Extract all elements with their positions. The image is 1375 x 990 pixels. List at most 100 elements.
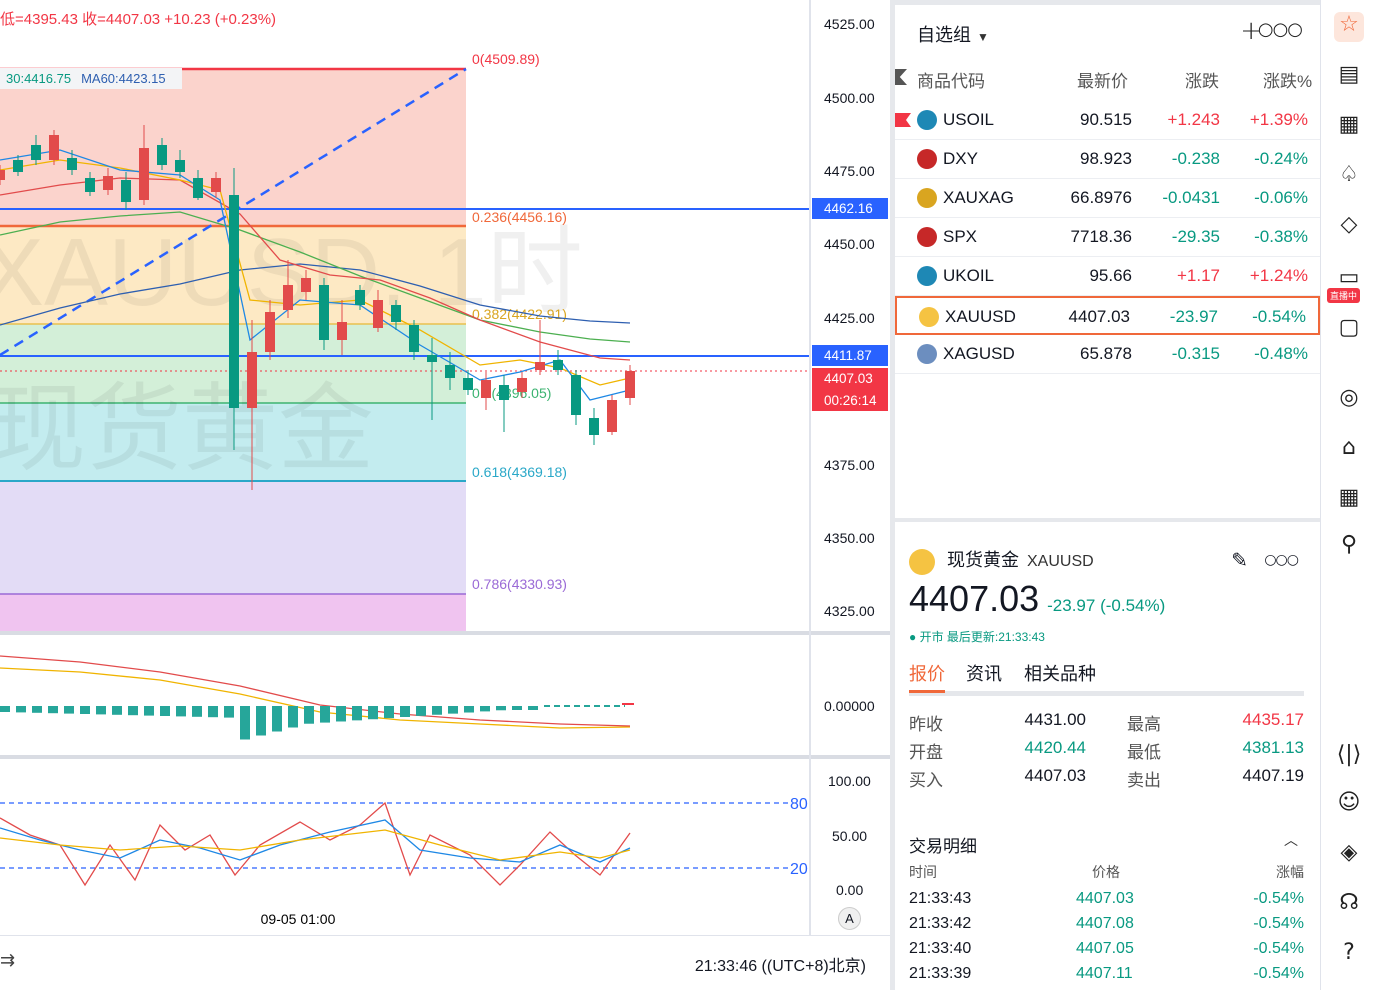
svg-text:4350.00: 4350.00 — [824, 530, 875, 546]
macd-bar — [128, 706, 138, 716]
candle-body — [535, 362, 545, 370]
candle-body — [517, 378, 527, 392]
chat-icon[interactable]: ▢ — [1334, 315, 1364, 345]
more-icon[interactable]: ○○○ — [1258, 19, 1303, 40]
support-icon[interactable]: ☊ — [1334, 890, 1364, 920]
help-icon[interactable]: ? — [1334, 940, 1364, 970]
watchlist-row[interactable]: SPX 7718.36 -29.35 -0.38% — [895, 218, 1320, 257]
target-icon[interactable]: ◎ — [1334, 385, 1364, 415]
candle-body — [13, 160, 23, 172]
grid-icon[interactable]: ▦ — [1334, 485, 1364, 515]
edit-icon[interactable]: ✎ — [1231, 548, 1248, 572]
chart-panel[interactable]: XAUUSD, 1时 现货黄金 0(4509.89) 0.236(4456.16… — [0, 0, 890, 990]
layers-icon[interactable]: ◇ — [1334, 212, 1364, 242]
more-icon[interactable]: ○○○ — [1264, 552, 1299, 568]
alert-icon[interactable]: ♤ — [1334, 162, 1364, 192]
detail-change: -23.97 (-0.54%) — [1047, 596, 1166, 615]
row-pct: +1.24% — [1249, 266, 1308, 285]
time-axis-label: 09-05 01:00 — [261, 911, 336, 927]
macd-bar — [0, 706, 10, 712]
hierarchy-icon[interactable]: ⚲ — [1334, 532, 1364, 562]
macd-bar — [416, 706, 426, 716]
watchlist-icon[interactable]: ☆ — [1334, 12, 1364, 42]
row-symbol: USOIL — [943, 110, 995, 129]
handshake-icon[interactable]: ◈ — [1334, 840, 1364, 870]
row-pct: -0.06% — [1254, 188, 1308, 207]
svg-text:100.00: 100.00 — [828, 773, 871, 789]
ohlc-legend: 低=4395.43 收=4407.03 +10.23 (+0.23%) — [0, 11, 277, 28]
candle-body — [301, 278, 311, 292]
watchlist-row[interactable]: XAGUSD 65.878 -0.315 -0.48% — [895, 335, 1320, 374]
ma30-value: 30:4416.75 — [6, 71, 72, 86]
svg-text:4450.00: 4450.00 — [824, 236, 875, 252]
tab-quote[interactable]: 报价 — [909, 660, 945, 693]
candle-body — [121, 180, 131, 202]
flag-marker-icon[interactable] — [895, 113, 911, 127]
chevron-up-icon[interactable]: ︿ — [1284, 830, 1298, 850]
calendar-icon[interactable]: ▦ — [1334, 112, 1364, 142]
rsi-80-label: 80 — [790, 796, 808, 813]
stat-value-2: 4381.13 — [1242, 738, 1304, 757]
row-change: -0.0431 — [1162, 188, 1220, 207]
macd-bar — [336, 706, 346, 722]
macd-bar — [240, 706, 250, 740]
tab-news[interactable]: 资讯 — [966, 660, 1002, 686]
candle-body — [157, 145, 167, 165]
tab-related[interactable]: 相关品种 — [1024, 660, 1096, 686]
oil-icon — [917, 266, 937, 286]
market-status: ● 开市 最后更新:21:33:43 — [909, 630, 1045, 644]
chart-bottom-bar: ⇉ 21:33:46 ((UTC+8)北京) — [0, 935, 890, 990]
candle-body — [247, 352, 257, 408]
candle-body — [589, 418, 599, 435]
fib-label-0618: 0.618(4369.18) — [472, 464, 567, 480]
row-change: -23.97 — [1169, 307, 1218, 326]
watchlist-header: 自选组 ▼ + ○○○ — [895, 5, 1320, 61]
trade-row: 21:33:40 4407.05 -0.54% — [909, 940, 1304, 957]
macd-bar — [368, 706, 378, 720]
macd-bar — [496, 706, 506, 711]
stat-value: 4407.03 — [1024, 766, 1086, 785]
macd-bar — [48, 706, 58, 714]
candle-body — [319, 285, 329, 340]
svg-text:4325.00: 4325.00 — [824, 603, 875, 619]
candle-body — [0, 170, 5, 180]
row-price: 65.878 — [1080, 344, 1132, 363]
watchlist-group-selector[interactable]: 自选组 ▼ — [917, 21, 989, 47]
watchlist-row[interactable]: XAUUSD 4407.03 -23.97 -0.54% — [895, 296, 1320, 335]
watchlist-row[interactable]: DXY 98.923 -0.238 -0.24% — [895, 140, 1320, 179]
macd-pane — [0, 655, 634, 740]
row-price: 90.515 — [1080, 110, 1132, 129]
macd-axis-label: 0.00000 — [824, 698, 875, 714]
data-icon[interactable]: ⟨|⟩ — [1334, 742, 1364, 772]
trade-row: 21:33:43 4407.03 -0.54% — [909, 890, 1304, 907]
robot-icon[interactable]: ☺ — [1334, 790, 1364, 820]
macd-bar — [176, 706, 186, 717]
watchlist-row[interactable]: UKOIL 95.66 +1.17 +1.24% — [895, 257, 1320, 296]
watermark-name: 现货黄金 — [0, 373, 374, 485]
macd-bar — [432, 706, 442, 715]
macd-bar — [320, 706, 330, 723]
candle-body — [265, 312, 275, 352]
candle-body — [67, 158, 77, 170]
ma60-value: MA60:4423.15 — [81, 71, 166, 86]
candle-body — [355, 290, 365, 305]
clock-timezone[interactable]: 21:33:46 ((UTC+8)北京) — [695, 952, 866, 976]
academy-icon[interactable]: ⌂ — [1334, 435, 1364, 465]
stat-value: 4420.44 — [1024, 738, 1086, 757]
macd-bar — [96, 706, 106, 715]
candle-body — [481, 380, 491, 398]
price-tag-4411: 4411.87 — [812, 345, 888, 366]
last-price-tag: 4407.03 — [812, 368, 888, 390]
candle-body — [499, 385, 509, 400]
macd-bar — [528, 706, 538, 710]
news-icon[interactable]: ▤ — [1334, 62, 1364, 92]
macd-bar — [288, 706, 298, 728]
chart-canvas[interactable]: XAUUSD, 1时 现货黄金 0(4509.89) 0.236(4456.16… — [0, 0, 890, 935]
macd-bar — [160, 706, 170, 716]
watchlist-row[interactable]: USOIL 90.515 +1.243 +1.39% — [895, 101, 1320, 140]
auto-scale-button[interactable]: A — [838, 907, 861, 930]
price-axis[interactable]: 4525.00 4500.00 4475.00 4450.00 4425.00 … — [824, 16, 875, 898]
gold-silver-icon — [917, 188, 937, 208]
date-range-icon[interactable]: ⇉ — [0, 950, 15, 971]
watchlist-row[interactable]: XAUXAG 66.8976 -0.0431 -0.06% — [895, 179, 1320, 218]
